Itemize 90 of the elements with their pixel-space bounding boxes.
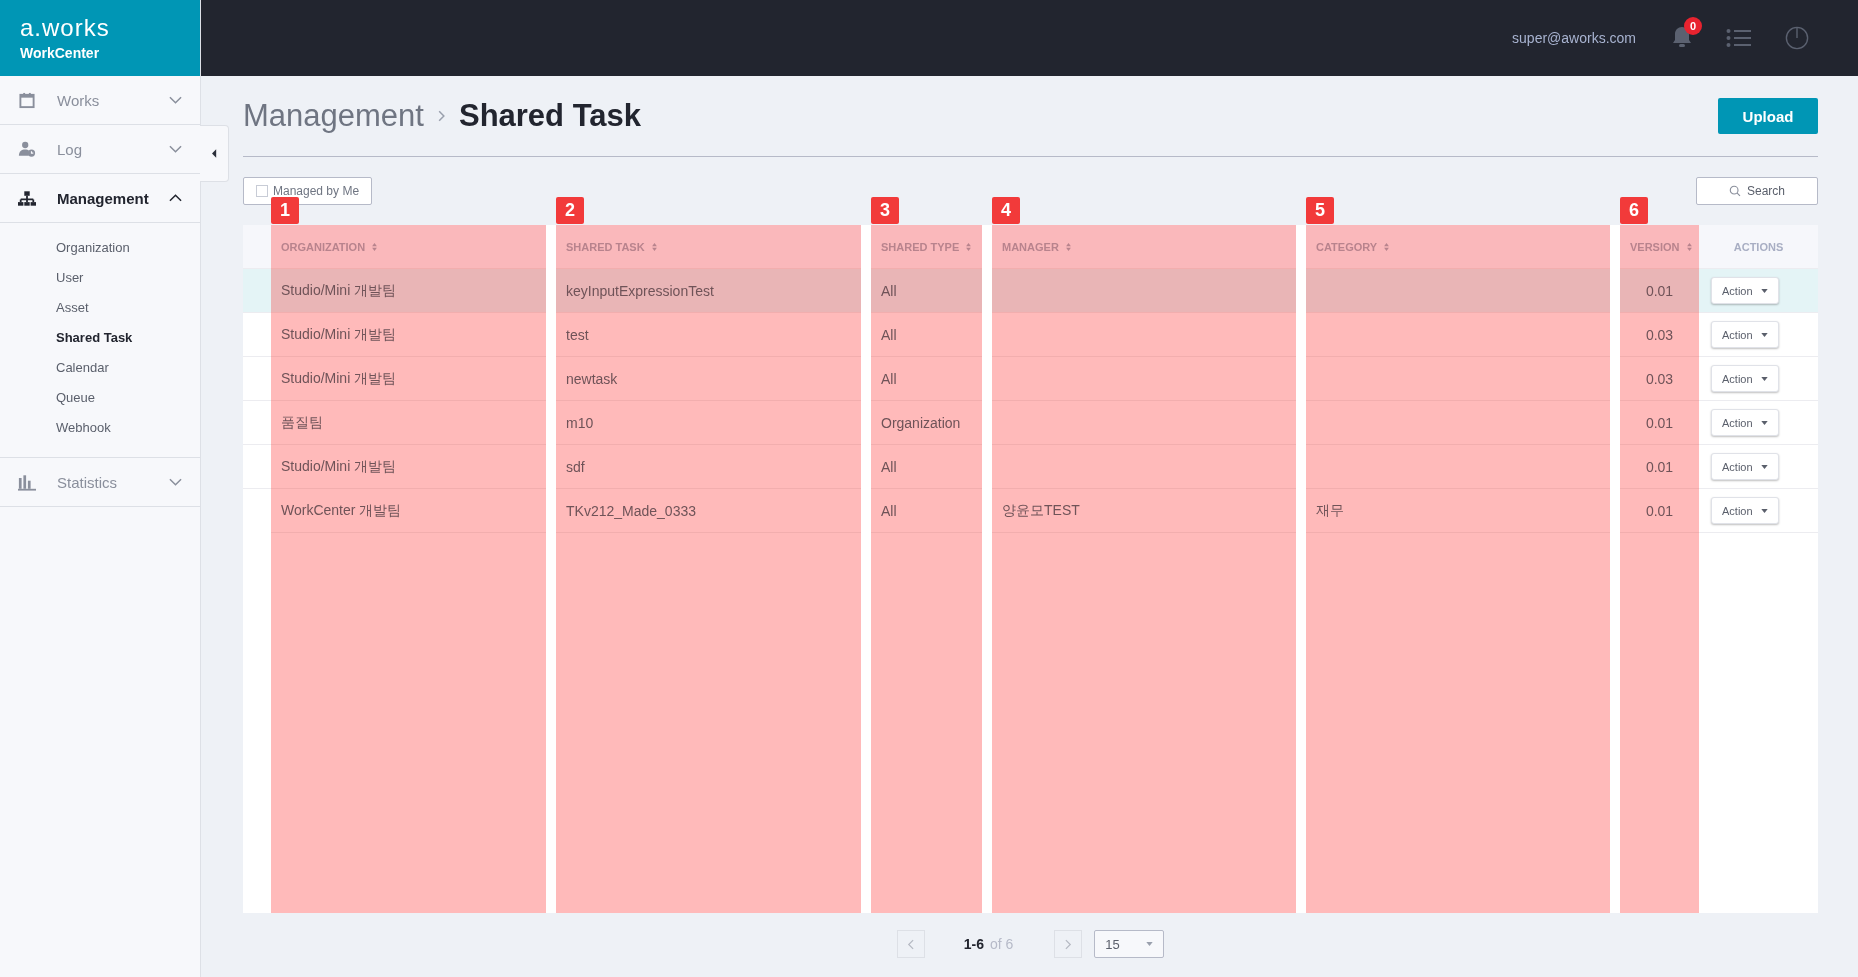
table-cell: 재무 (1306, 488, 1610, 532)
user-email[interactable]: super@aworks.com (1512, 30, 1636, 46)
search-icon (1729, 185, 1741, 197)
column-marker: 6 (1620, 197, 1648, 224)
table-cell: 0.01 (1620, 444, 1699, 488)
chevron-down-icon (169, 145, 182, 153)
action-dropdown[interactable]: Action (1711, 453, 1779, 480)
chevron-right-icon (1064, 938, 1072, 950)
caret-down-icon (1760, 376, 1768, 381)
sort-icon (651, 242, 657, 251)
caret-down-icon (1760, 464, 1768, 469)
submenu-item[interactable]: Webhook (0, 413, 200, 443)
sort-icon (1065, 242, 1071, 251)
table-cell: Studio/Mini 개발팀 (271, 356, 546, 400)
action-dropdown[interactable]: Action (1711, 409, 1779, 436)
sort-icon (1384, 242, 1390, 251)
breadcrumb-separator-icon (437, 110, 445, 122)
upload-button[interactable]: Upload (1718, 98, 1818, 134)
sidebar-item[interactable]: Statistics (0, 458, 200, 507)
table-cell: Studio/Mini 개발팀 (271, 312, 546, 356)
sort-icon (966, 242, 972, 251)
table-cell: m10 (556, 400, 861, 444)
table-cell: 0.03 (1620, 356, 1699, 400)
table-cell: 0.03 (1620, 312, 1699, 356)
table-cell: newtask (556, 356, 861, 400)
table-cell: keyInputExpressionTest (556, 268, 861, 312)
chevron-down-icon (169, 478, 182, 486)
table-cell: All (871, 444, 982, 488)
submenu-item[interactable]: Asset (0, 293, 200, 323)
table-cell: 0.01 (1620, 268, 1699, 312)
table-cell: Studio/Mini 개발팀 (271, 268, 546, 312)
notification-badge: 0 (1684, 17, 1702, 35)
caret-down-icon (1146, 942, 1154, 946)
table-cell: All (871, 356, 982, 400)
action-dropdown[interactable]: Action (1711, 365, 1779, 392)
chevron-up-icon (169, 194, 182, 202)
column-header: ACTIONS (1699, 225, 1818, 268)
table-cell: TKv212_Made_0333 (556, 488, 861, 532)
sort-icon (1686, 242, 1692, 251)
page-total: of 6 (989, 936, 1014, 952)
hierarchy-icon (18, 189, 36, 207)
table-cell: test (556, 312, 861, 356)
submenu-item[interactable]: User (0, 263, 200, 293)
caret-down-icon (1760, 508, 1768, 513)
chevron-down-icon (169, 96, 182, 104)
table-cell: 0.01 (1620, 400, 1699, 444)
caret-down-icon (1760, 332, 1768, 337)
table-cell: 양윤모TEST (992, 488, 1296, 532)
page-range: 1-6 (963, 936, 984, 952)
calendar-icon (18, 91, 36, 109)
table-cell: 0.01 (1620, 488, 1699, 532)
caret-down-icon (1760, 420, 1768, 425)
logo: a.works (20, 15, 111, 41)
column-marker: 5 (1306, 197, 1334, 224)
menu-icon[interactable] (1726, 26, 1752, 50)
column-marker: 1 (271, 197, 299, 224)
action-dropdown[interactable]: Action (1711, 321, 1779, 348)
column-marker: 4 (992, 197, 1020, 224)
sort-icon (372, 242, 378, 251)
table-cell: Studio/Mini 개발팀 (271, 444, 546, 488)
sidebar-item[interactable]: Works (0, 76, 200, 125)
action-dropdown[interactable]: Action (1711, 497, 1779, 524)
action-dropdown[interactable]: Action (1711, 277, 1779, 304)
table-cell: All (871, 312, 982, 356)
user-clock-icon (18, 140, 36, 158)
page-size-select[interactable]: 15 (1094, 930, 1165, 958)
header-cell (243, 225, 271, 268)
column-marker: 3 (871, 197, 899, 224)
submenu-item[interactable]: Shared Task (0, 323, 200, 353)
submenu-item[interactable]: Calendar (0, 353, 200, 383)
caret-left-icon (211, 149, 217, 158)
search-button[interactable]: Search (1696, 177, 1818, 205)
bar-chart-icon (18, 473, 36, 491)
submenu-item[interactable]: Organization (0, 233, 200, 263)
table-cell: 품질팀 (271, 400, 546, 444)
product-name: WorkCenter (20, 45, 101, 61)
submenu-item[interactable]: Queue (0, 383, 200, 413)
bell-icon[interactable] (1672, 26, 1692, 48)
table-cell: All (871, 268, 982, 312)
column-marker: 2 (556, 197, 584, 224)
breadcrumb-item: Shared Task (458, 98, 642, 134)
chevron-left-icon (907, 938, 915, 950)
power-icon[interactable] (1784, 26, 1810, 50)
table-cell: WorkCenter 개발팀 (271, 488, 546, 532)
table-cell: All (871, 488, 982, 532)
table-cell: Organization (871, 400, 982, 444)
caret-down-icon (1760, 288, 1768, 293)
table-cell: sdf (556, 444, 861, 488)
sidebar-item[interactable]: Management (0, 174, 200, 223)
breadcrumb-item[interactable]: Management (243, 98, 424, 134)
